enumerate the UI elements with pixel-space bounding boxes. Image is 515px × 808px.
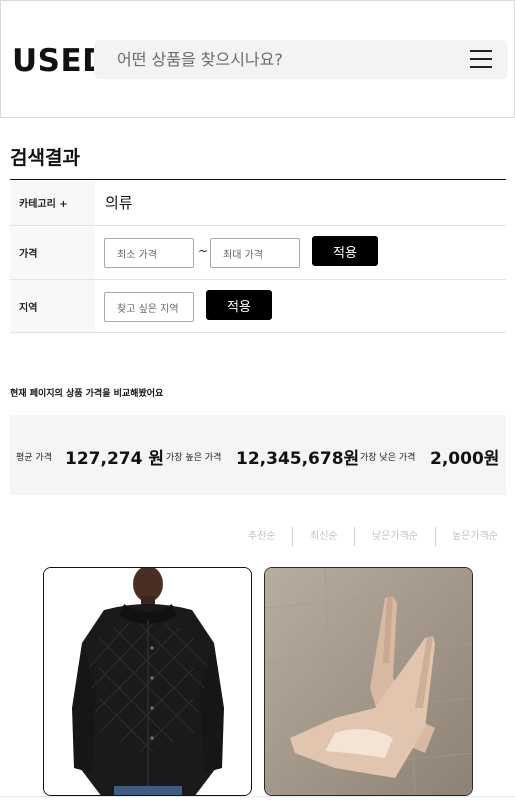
beige-high-heels-image [265, 568, 472, 795]
black-quilted-jacket-image [44, 568, 251, 795]
highest-price-label: 가장 높은 가격 [166, 453, 222, 463]
search-bar [94, 40, 508, 79]
category-value: 의류 [105, 194, 133, 212]
region-apply-button[interactable]: 적용 [206, 290, 272, 320]
search-results-title: 검색결과 [10, 147, 80, 169]
region-input[interactable]: 찾고 싶은 지역 [104, 292, 194, 322]
region-label: 지역 [10, 280, 95, 332]
price-label: 가격 [10, 226, 95, 279]
product-card[interactable] [43, 567, 252, 796]
lowest-price-value: 2,000원 [430, 449, 500, 469]
min-price-input[interactable]: 최소 가격 [104, 238, 194, 268]
average-price-label: 평균 가격 [16, 453, 52, 463]
filter-table: 카테고리 + 의류 가격 최소 가격 ~ 최대 가격 적용 지역 찾고 싶은 지… [10, 179, 506, 333]
category-label[interactable]: 카테고리 + [10, 180, 95, 225]
sort-price-low[interactable]: 낮은가격순 [372, 527, 418, 542]
price-compare-title: 현재 페이지의 상품 가격을 비교해봤어요 [10, 389, 164, 399]
sort-divider [354, 527, 355, 546]
header: USED [0, 0, 515, 118]
max-price-input[interactable]: 최대 가격 [210, 238, 300, 268]
sort-newest[interactable]: 최신순 [310, 527, 338, 542]
price-range-separator: ~ [198, 244, 209, 258]
average-price-value: 127,274 원 [65, 449, 164, 469]
filter-row-category: 카테고리 + 의류 [10, 180, 506, 226]
filter-row-region: 지역 찾고 싶은 지역 적용 [10, 280, 506, 333]
search-input[interactable] [94, 40, 454, 79]
sort-divider [435, 527, 436, 546]
menu-line [470, 66, 492, 68]
price-compare-panel: 평균 가격 127,274 원 가장 높은 가격 12,345,678원 가장 … [10, 415, 506, 495]
menu-line [470, 58, 492, 60]
hamburger-menu-icon[interactable] [470, 49, 492, 69]
menu-line [470, 50, 492, 52]
filter-row-price: 가격 최소 가격 ~ 최대 가격 적용 [10, 226, 506, 280]
highest-price-value: 12,345,678원 [236, 449, 360, 469]
product-card[interactable] [264, 567, 473, 796]
sort-price-high[interactable]: 높은가격순 [452, 527, 498, 542]
sort-recommended[interactable]: 추천순 [248, 527, 276, 542]
price-apply-button[interactable]: 적용 [312, 236, 378, 266]
bottom-edge [0, 796, 515, 808]
lowest-price-label: 가장 낮은 가격 [360, 453, 416, 463]
sort-divider [292, 527, 293, 546]
